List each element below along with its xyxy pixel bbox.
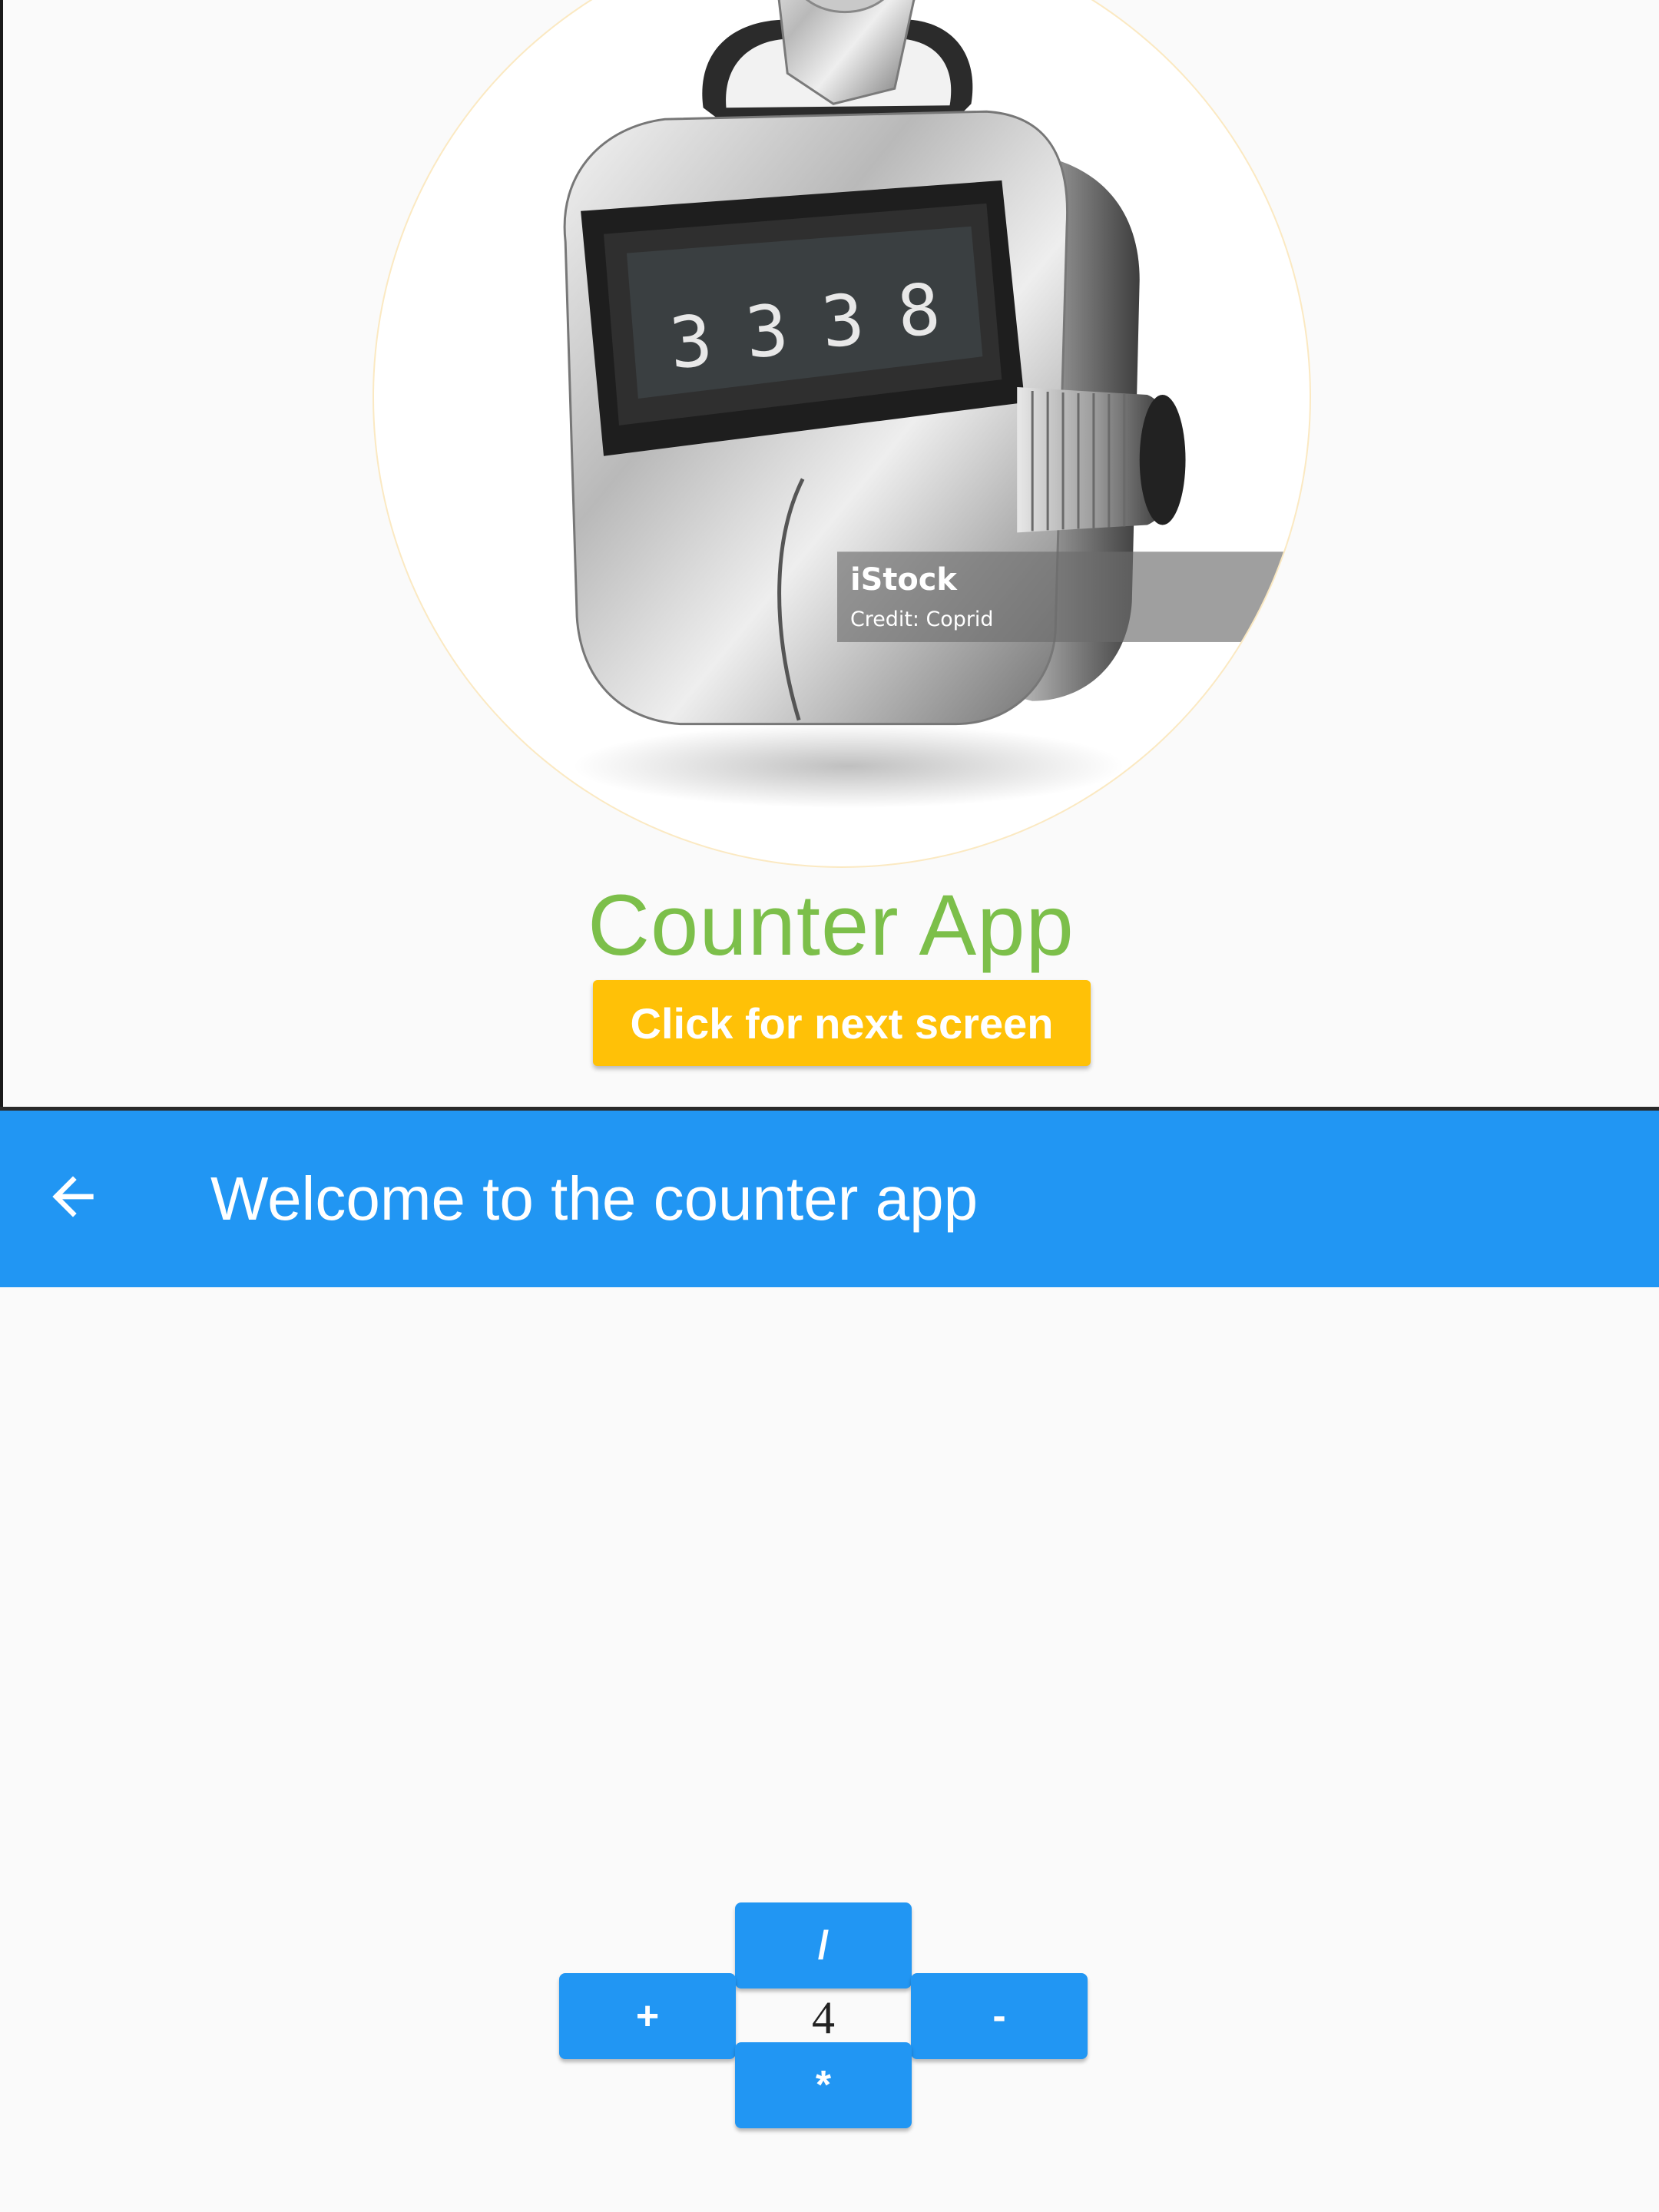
subtract-button[interactable]: - <box>911 1973 1088 2059</box>
display-digit: 8 <box>894 268 943 353</box>
counter-value: 4 <box>812 1992 835 2043</box>
add-button[interactable]: + <box>559 1973 736 2059</box>
next-screen-button[interactable]: Click for next screen <box>593 980 1091 1066</box>
display-digit: 3 <box>666 300 715 385</box>
app-bar-title: Welcome to the counter app <box>210 1164 979 1233</box>
app-bar: Welcome to the counter app <box>0 1111 1659 1287</box>
back-button[interactable] <box>31 1151 115 1243</box>
watermark-credit: Credit: Coprid <box>850 608 993 631</box>
app-screenshot: 3 3 3 8 iStock Credit: Coprid Counter Ap… <box>0 0 1659 2212</box>
tally-counter-image: 3 3 3 8 iStock Credit: Coprid <box>373 0 1311 868</box>
app-title: Counter App <box>588 877 1075 973</box>
multiply-button[interactable]: * <box>735 2042 912 2128</box>
watermark-brand: iStock <box>850 562 958 598</box>
tally-counter-illustration: 3 3 3 8 iStock Credit: Coprid <box>563 0 1286 809</box>
arrow-back-icon <box>52 1176 94 1217</box>
home-screen: 3 3 3 8 iStock Credit: Coprid Counter Ap… <box>0 0 1659 1107</box>
divide-button[interactable]: / <box>735 1902 912 1988</box>
display-digit: 3 <box>742 289 791 374</box>
display-digit: 3 <box>818 278 867 363</box>
